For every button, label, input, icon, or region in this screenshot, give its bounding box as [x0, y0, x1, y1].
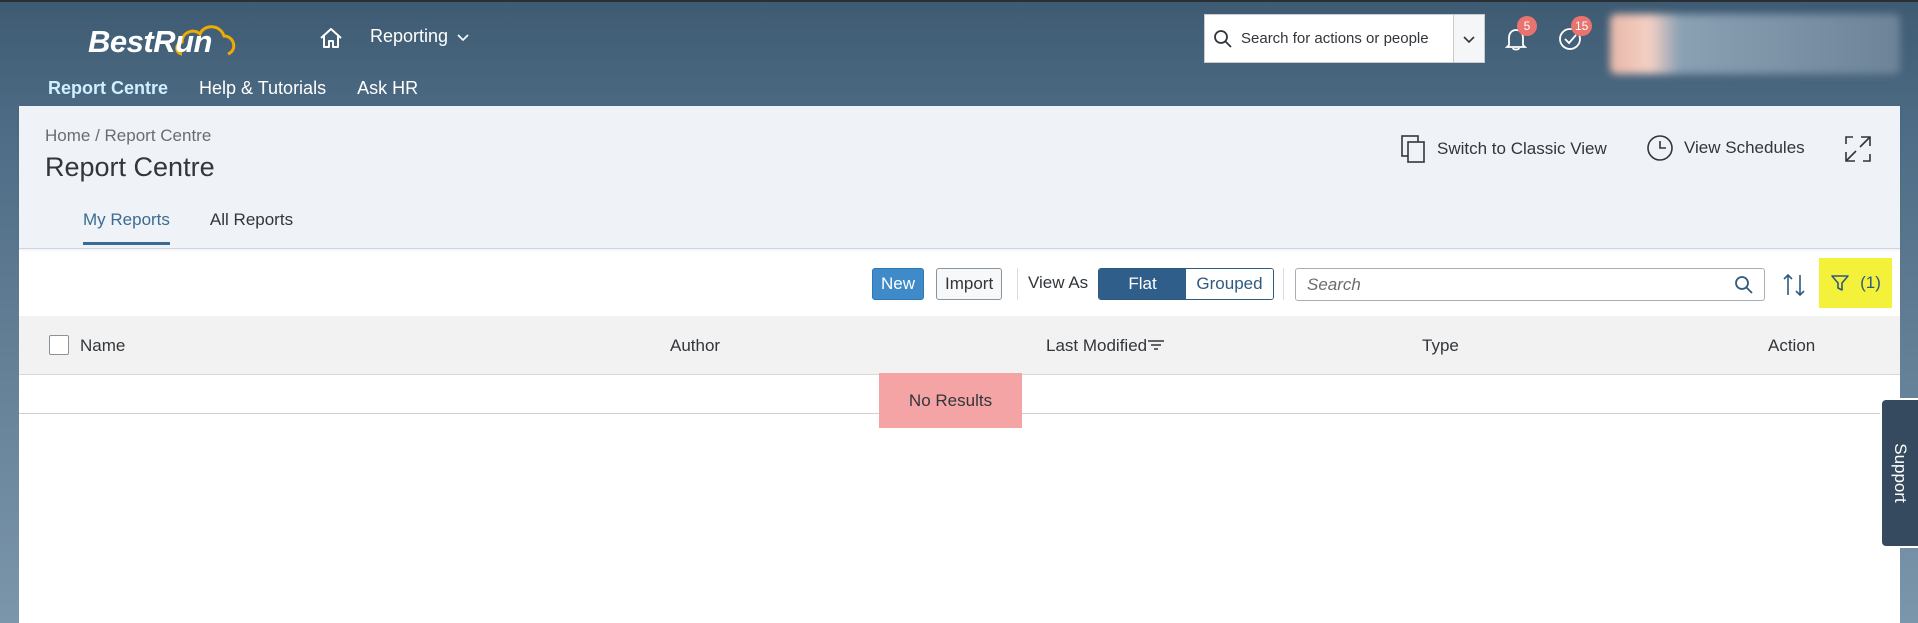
filter-count: (1)	[1860, 273, 1881, 292]
new-report-button[interactable]: New	[872, 268, 925, 300]
switch-classic-view-button[interactable]: Switch to Classic View	[1399, 134, 1607, 164]
view-schedules-button[interactable]: View Schedules	[1646, 134, 1805, 162]
tab-my-reports[interactable]: My Reports	[83, 210, 170, 245]
module-menu-label: Reporting	[370, 26, 449, 46]
no-results-message: No Results	[879, 373, 1022, 428]
filter-button[interactable]: (1)	[1819, 258, 1892, 308]
user-avatar[interactable]	[1610, 14, 1900, 74]
sort-icon[interactable]	[1780, 271, 1808, 299]
column-header-author[interactable]: Author	[670, 336, 720, 356]
view-as-toggle: Flat Grouped	[1098, 268, 1274, 300]
column-header-type[interactable]: Type	[1422, 336, 1459, 356]
home-icon[interactable]	[318, 26, 344, 50]
page-header: Home / Report Centre Report Centre Switc…	[19, 106, 1900, 249]
report-centre-panel: Home / Report Centre Report Centre Switc…	[19, 106, 1900, 623]
filter-icon	[1831, 275, 1849, 291]
todo-badge: 15	[1571, 16, 1593, 36]
fullscreen-icon[interactable]	[1843, 134, 1873, 164]
tab-all-reports[interactable]: All Reports	[210, 210, 293, 245]
sort-descending-icon	[1148, 340, 1165, 350]
secondary-nav: Report Centre Help & Tutorials Ask HR	[48, 78, 418, 99]
nav-ask-hr[interactable]: Ask HR	[357, 78, 418, 99]
copy-icon	[1401, 135, 1425, 163]
support-tab[interactable]: Support	[1880, 398, 1918, 548]
column-header-last-modified-label: Last Modified	[1046, 336, 1148, 355]
search-scope-dropdown[interactable]	[1453, 15, 1484, 62]
chevron-down-icon	[1463, 35, 1475, 43]
logo-text: BestRun	[88, 24, 212, 59]
switch-classic-view-label: Switch to Classic View	[1437, 139, 1607, 158]
breadcrumb[interactable]: Home / Report Centre	[45, 126, 211, 146]
module-menu[interactable]: Reporting	[370, 26, 470, 47]
global-search[interactable]: Search for actions or people	[1204, 14, 1485, 63]
toolbar-divider	[1017, 268, 1018, 300]
support-label: Support	[1891, 443, 1911, 503]
column-header-action: Action	[1768, 336, 1816, 355]
report-tabs: My Reports All Reports	[83, 210, 293, 245]
global-search-input[interactable]: Search for actions or people	[1241, 30, 1453, 47]
report-search-placeholder: Search	[1307, 274, 1361, 294]
clock-icon	[1647, 135, 1673, 161]
shell-bar: BestRun Reporting Report Centre Help & T…	[0, 0, 1918, 106]
column-header-name[interactable]: Name	[80, 336, 125, 356]
report-search-input[interactable]: Search	[1295, 268, 1765, 301]
company-logo[interactable]: BestRun	[86, 14, 246, 62]
notification-badge: 5	[1517, 16, 1537, 36]
nav-report-centre[interactable]: Report Centre	[48, 78, 168, 99]
search-icon[interactable]	[1734, 275, 1754, 295]
import-button[interactable]: Import	[936, 268, 1003, 300]
page-title: Report Centre	[45, 152, 215, 182]
toolbar-divider	[1283, 268, 1284, 300]
column-header-last-modified[interactable]: Last Modified	[1046, 336, 1165, 356]
view-as-label: View As	[1028, 273, 1089, 292]
chevron-down-icon	[457, 33, 469, 41]
select-all-checkbox[interactable]	[49, 335, 69, 355]
view-schedules-label: View Schedules	[1684, 138, 1805, 157]
view-flat-button[interactable]: Flat	[1099, 269, 1186, 299]
nav-help-tutorials[interactable]: Help & Tutorials	[199, 78, 326, 99]
table-header: Name Author Last Modified Type Action	[19, 316, 1900, 375]
search-icon	[1205, 29, 1241, 49]
view-grouped-button[interactable]: Grouped	[1186, 269, 1273, 299]
